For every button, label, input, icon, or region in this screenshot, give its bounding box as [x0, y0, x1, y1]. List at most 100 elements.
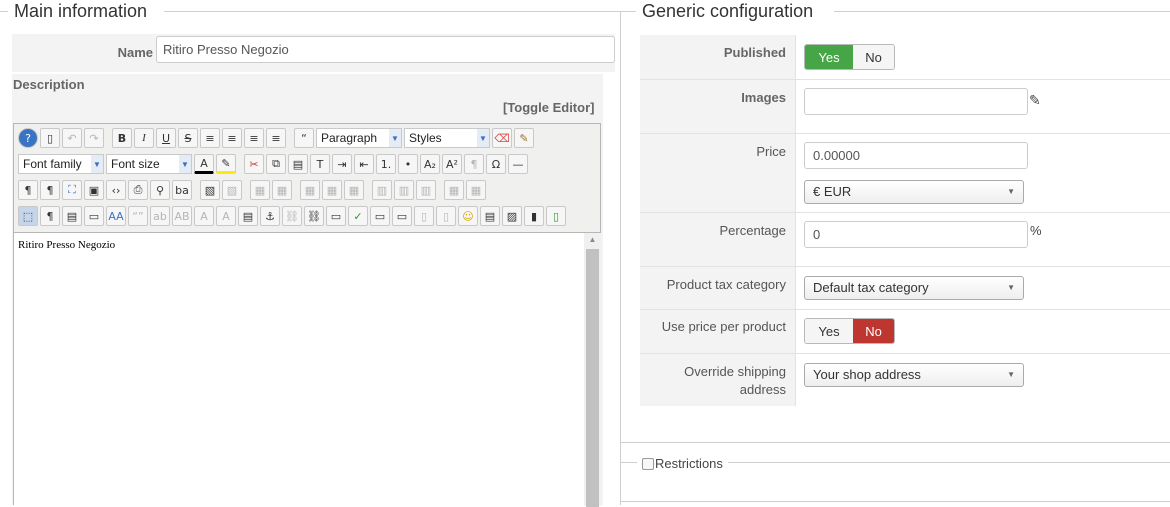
new-document-icon[interactable]: ▯ — [40, 128, 60, 148]
fullscreen-icon[interactable]: ⛶ — [62, 180, 82, 200]
table-cell-icon[interactable]: ▦ — [322, 180, 342, 200]
align-left-icon[interactable]: ≡ — [244, 128, 264, 148]
table-row-after-icon[interactable]: ▦ — [272, 180, 292, 200]
redo-icon[interactable]: ↷ — [84, 128, 104, 148]
emoticon-icon[interactable]: ☺ — [458, 206, 478, 226]
text-direction-icon[interactable]: ¶ — [464, 154, 484, 174]
pencil-icon[interactable]: ✎ — [1029, 92, 1041, 109]
published-yes-button[interactable]: Yes — [805, 45, 853, 69]
numbered-list-icon[interactable]: 1. — [376, 154, 396, 174]
html-source-icon[interactable]: ‹› — [106, 180, 126, 200]
table-split-icon[interactable]: ▦ — [444, 180, 464, 200]
unlink-icon[interactable]: ⛓ — [282, 206, 302, 226]
copy-icon[interactable]: ⧉ — [266, 154, 286, 174]
table-props-icon[interactable]: ▦ — [300, 180, 320, 200]
ins-icon[interactable]: A — [216, 206, 236, 226]
horizontal-rule-icon[interactable]: — — [508, 154, 528, 174]
template-icon[interactable]: ▤ — [62, 206, 82, 226]
attribs-icon[interactable]: ▤ — [238, 206, 258, 226]
align-right-icon[interactable]: ≡ — [266, 128, 286, 148]
scroll-thumb[interactable] — [586, 249, 599, 507]
eraser-icon[interactable]: ⌫ — [492, 128, 512, 148]
text-color-icon[interactable]: A — [194, 154, 214, 174]
editor-content[interactable]: Ritiro Presso Negozio — [14, 232, 584, 506]
add-document-icon[interactable]: ▯ — [546, 206, 566, 226]
article-icon[interactable]: ▤ — [480, 206, 500, 226]
bullet-list-icon[interactable]: • — [398, 154, 418, 174]
cite-icon[interactable]: “” — [128, 206, 148, 226]
toggle-editor-link[interactable]: [Toggle Editor] — [503, 100, 594, 115]
tax-category-select[interactable]: Default tax category ▼ — [804, 276, 1024, 300]
published-row: Published — [640, 35, 1170, 79]
find-icon[interactable]: ⚲ — [150, 180, 170, 200]
align-justify-icon[interactable]: ≡ — [200, 128, 220, 148]
undo-icon[interactable]: ↶ — [62, 128, 82, 148]
image-icon[interactable]: ▭ — [326, 206, 346, 226]
strikethrough-icon[interactable]: S — [178, 128, 198, 148]
del-icon[interactable]: A — [194, 206, 214, 226]
editor-scrollbar[interactable]: ▲ — [584, 232, 601, 507]
outdent-icon[interactable]: ⇤ — [354, 154, 374, 174]
media-icon[interactable]: ▮ — [524, 206, 544, 226]
delete-layer-icon[interactable]: ▧ — [222, 180, 242, 200]
percentage-input[interactable]: 0 — [804, 221, 1028, 248]
use-price-yes-button[interactable]: Yes — [805, 319, 853, 343]
table-col-before-icon[interactable]: ▥ — [372, 180, 392, 200]
override-shipping-select[interactable]: Your shop address ▼ — [804, 363, 1024, 387]
images-input[interactable] — [804, 88, 1028, 115]
help-icon[interactable]: ? — [18, 128, 38, 148]
omega-icon[interactable]: Ω — [486, 154, 506, 174]
highlight-color-icon[interactable]: ✎ — [216, 154, 236, 174]
cut-icon[interactable]: ✂ — [244, 154, 264, 174]
rtl-icon[interactable]: ¶ — [40, 180, 60, 200]
pagebreak-icon[interactable]: ▯ — [414, 206, 434, 226]
nonbreaking-icon[interactable]: ▭ — [392, 206, 412, 226]
indent-icon[interactable]: ⇥ — [332, 154, 352, 174]
insert-image-icon[interactable]: ▨ — [502, 206, 522, 226]
paste-icon[interactable]: ▤ — [288, 154, 308, 174]
fieldset-border — [620, 11, 621, 505]
name-input[interactable]: Ritiro Presso Negozio — [156, 36, 615, 63]
table-row-before-icon[interactable]: ▦ — [250, 180, 270, 200]
subscript-icon[interactable]: A₂ — [420, 154, 440, 174]
visual-aid-icon[interactable]: ⬚ — [18, 206, 38, 226]
hr-insert-icon[interactable]: ▭ — [370, 206, 390, 226]
ltr-icon[interactable]: ¶ — [18, 180, 38, 200]
link-icon[interactable]: ⛓ — [304, 206, 324, 226]
paste-text-icon[interactable]: T — [310, 154, 330, 174]
show-blocks-icon[interactable]: ¶ — [40, 206, 60, 226]
anchor-icon[interactable]: ⚓ — [260, 206, 280, 226]
insert-layer-icon[interactable]: ▧ — [200, 180, 220, 200]
align-center-icon[interactable]: ≡ — [222, 128, 242, 148]
published-no-button[interactable]: No — [853, 45, 894, 69]
restrictions-checkbox[interactable] — [642, 458, 654, 470]
spellcheck-icon[interactable]: ✓ — [348, 206, 368, 226]
acronym-icon[interactable]: AB — [172, 206, 192, 226]
cleanup-brush-icon[interactable]: ✎ — [514, 128, 534, 148]
page-break-icon[interactable]: ▭ — [84, 206, 104, 226]
italic-icon[interactable]: I — [134, 128, 154, 148]
styles-select[interactable]: Styles ▼ — [404, 128, 490, 148]
format-select[interactable]: Paragraph ▼ — [316, 128, 402, 148]
table-delete-col-icon[interactable]: ▥ — [416, 180, 436, 200]
print-icon[interactable]: ⎙ — [128, 180, 148, 200]
currency-select[interactable]: € EUR ▼ — [804, 180, 1024, 204]
price-input[interactable]: 0.00000 — [804, 142, 1028, 169]
table-delete-row-icon[interactable]: ▦ — [344, 180, 364, 200]
use-price-no-button[interactable]: No — [853, 319, 894, 343]
superscript-icon[interactable]: A² — [442, 154, 462, 174]
font-size-select[interactable]: Font size ▼ — [106, 154, 192, 174]
replace-icon[interactable]: ba — [172, 180, 192, 200]
readmore-icon[interactable]: ▯ — [436, 206, 456, 226]
fieldset-border — [728, 462, 1170, 463]
table-merge-icon[interactable]: ▦ — [466, 180, 486, 200]
underline-icon[interactable]: U — [156, 128, 176, 148]
preview-icon[interactable]: ▣ — [84, 180, 104, 200]
table-col-after-icon[interactable]: ▥ — [394, 180, 414, 200]
scroll-up-icon[interactable]: ▲ — [584, 233, 601, 247]
font-family-select[interactable]: Font family ▼ — [18, 154, 104, 174]
abbr-icon[interactable]: ab — [150, 206, 170, 226]
style-props-icon[interactable]: AA — [106, 206, 126, 226]
bold-icon[interactable]: B — [112, 128, 132, 148]
blockquote-icon[interactable]: “ — [294, 128, 314, 148]
